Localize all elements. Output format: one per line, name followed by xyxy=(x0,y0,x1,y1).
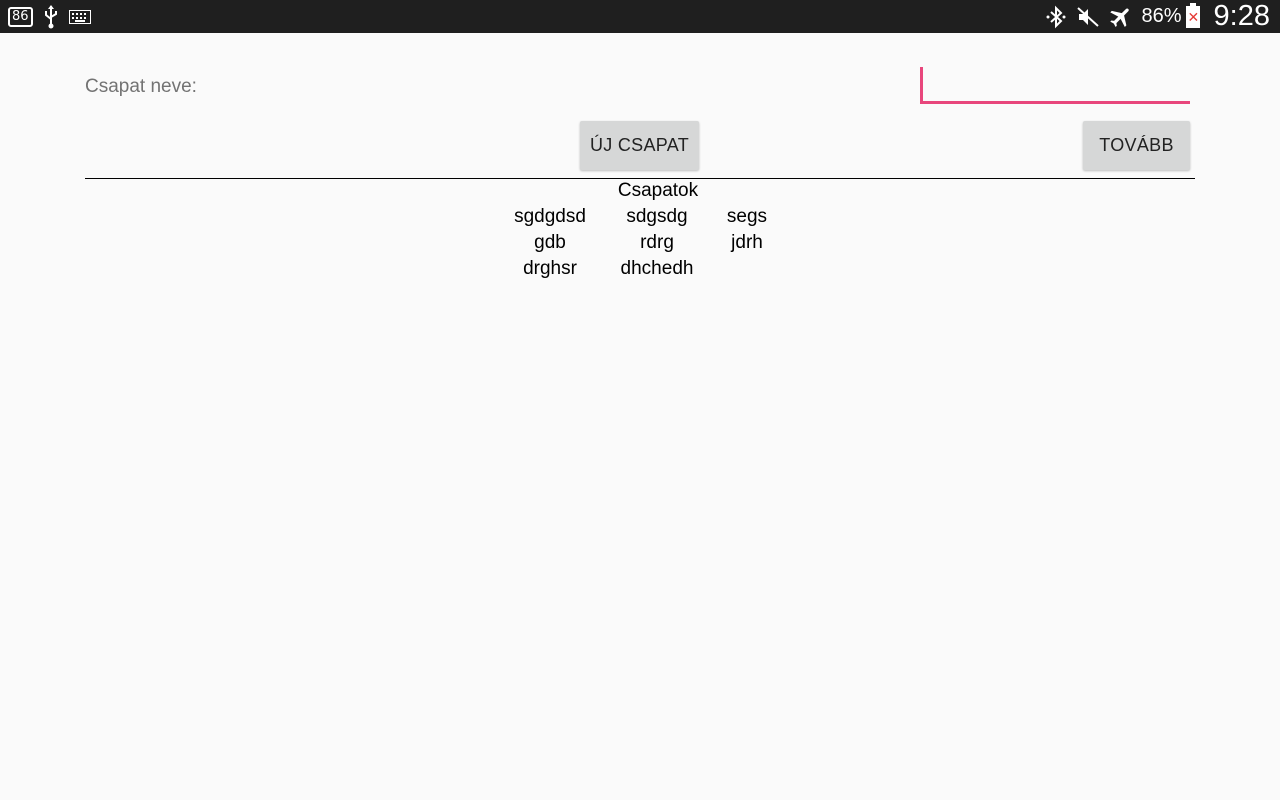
team-cell: dhchedh xyxy=(620,258,694,279)
next-button[interactable]: TOVÁBB xyxy=(1083,121,1190,170)
team-cell: jdrh xyxy=(731,232,763,253)
86-badge-icon: 86 xyxy=(8,6,33,27)
team-cell: drghsr xyxy=(523,258,577,279)
keyboard-icon xyxy=(68,9,91,24)
clock: 9:28 xyxy=(1213,0,1270,32)
usb-icon xyxy=(43,4,59,29)
status-bar: 86 86% ✕ 9:28 xyxy=(0,0,1280,33)
mute-icon xyxy=(1076,5,1100,29)
new-team-button[interactable]: ÚJ CSAPAT xyxy=(580,121,699,170)
text-cursor xyxy=(920,67,923,101)
team-cell: sdgsdg xyxy=(626,206,688,227)
team-cell: segs xyxy=(726,206,768,227)
team-name-input[interactable] xyxy=(920,66,1190,104)
airplane-mode-icon xyxy=(1108,4,1134,30)
battery-icon: ✕ xyxy=(1185,2,1200,28)
divider xyxy=(85,178,1195,179)
team-cell: sgdgdsd xyxy=(514,206,586,227)
bluetooth-icon xyxy=(1044,5,1068,29)
battery-percent: 86% xyxy=(1141,5,1182,27)
team-name-label: Csapat neve: xyxy=(85,76,197,97)
team-cell: rdrg xyxy=(640,232,674,253)
team-cell: gdb xyxy=(534,232,566,253)
teams-title: Csapatok xyxy=(617,180,699,201)
